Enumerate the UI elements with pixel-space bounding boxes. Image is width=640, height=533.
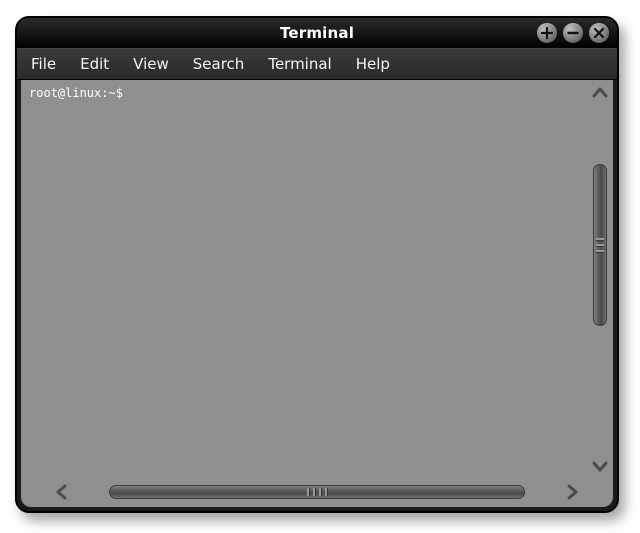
menu-help[interactable]: Help (356, 55, 390, 73)
menu-bar: File Edit View Search Terminal Help (17, 48, 617, 80)
scroll-right-button[interactable] (561, 481, 583, 503)
menu-edit[interactable]: Edit (80, 55, 109, 73)
menu-terminal[interactable]: Terminal (268, 55, 331, 73)
menu-view[interactable]: View (133, 55, 169, 73)
horizontal-scrollbar (51, 481, 583, 503)
shell-prompt: root@linux:~$ (29, 86, 130, 100)
title-bar[interactable]: Terminal (17, 18, 617, 48)
scroll-left-button[interactable] (51, 481, 73, 503)
vertical-scroll-thumb[interactable] (593, 164, 607, 326)
window-title: Terminal (280, 24, 354, 42)
window-controls (537, 23, 609, 43)
horizontal-scroll-thumb[interactable] (109, 485, 525, 499)
client-area: root@linux:~$ (21, 80, 613, 507)
close-button[interactable] (589, 23, 609, 43)
scroll-down-button[interactable] (589, 455, 611, 477)
minimize-button[interactable] (563, 23, 583, 43)
scroll-up-button[interactable] (589, 82, 611, 104)
terminal-window: Terminal File Edit View Search (15, 16, 619, 513)
menu-search[interactable]: Search (193, 55, 245, 73)
vertical-scrollbar (589, 82, 611, 477)
add-tab-button[interactable] (537, 23, 557, 43)
vertical-scroll-track[interactable] (593, 106, 607, 453)
terminal-output[interactable]: root@linux:~$ (21, 80, 585, 479)
menu-file[interactable]: File (31, 55, 56, 73)
horizontal-scroll-track[interactable] (77, 485, 557, 499)
